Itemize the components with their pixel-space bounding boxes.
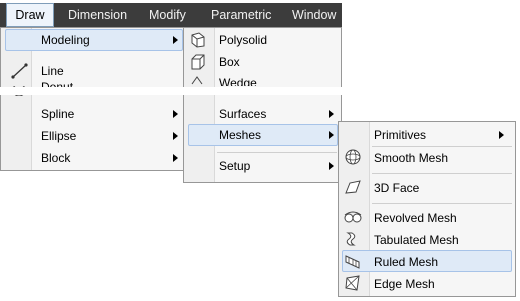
modeling-item-meshes[interactable]: Meshes (219, 124, 329, 146)
screenshot-seam (0, 87, 342, 95)
meshes-item-tabulated-mesh[interactable]: Tabulated Mesh (374, 229, 504, 251)
meshes-item-revolved-mesh[interactable]: Revolved Mesh (374, 207, 504, 229)
meshes-item-revolved-mesh-label: Revolved Mesh (374, 211, 457, 225)
draw-item-modeling[interactable]: Modeling (41, 29, 181, 51)
chevron-right-icon (173, 36, 178, 44)
meshes-item-ruled-mesh-label: Ruled Mesh (374, 255, 439, 269)
meshes-item-primitives-label: Primitives (374, 128, 427, 142)
chevron-right-icon (173, 132, 178, 140)
menu-dimension[interactable]: Dimension (68, 3, 127, 27)
meshes-item-primitives[interactable]: Primitives (374, 124, 504, 146)
modeling-item-meshes-label: Meshes (219, 128, 262, 142)
draw-item-spline[interactable]: Spline (41, 103, 181, 125)
draw-item-ellipse[interactable]: Ellipse (41, 125, 181, 147)
line-icon (11, 63, 28, 79)
modeling-item-box[interactable]: Box (219, 51, 329, 73)
separator (372, 173, 512, 174)
chevron-right-icon (499, 131, 504, 139)
draw-item-ellipse-label: Ellipse (41, 129, 77, 143)
draw-item-line-label: Line (41, 64, 64, 78)
draw-item-block[interactable]: Block (41, 147, 181, 169)
modeling-item-wedge[interactable]: Wedge (219, 74, 329, 86)
menu-bar: Draw Dimension Modify Parametric Window (0, 3, 342, 27)
revolved-mesh-icon (344, 211, 362, 223)
meshes-item-smooth-mesh[interactable]: Smooth Mesh (374, 147, 504, 169)
menu-parametric[interactable]: Parametric (211, 3, 271, 27)
chevron-right-icon (329, 131, 334, 139)
modeling-item-surfaces-label: Surfaces (219, 107, 267, 121)
modeling-item-wedge-label: Wedge (219, 76, 257, 86)
wedge-icon (191, 76, 203, 85)
edge-mesh-icon (345, 275, 360, 291)
meshes-item-tabulated-mesh-label: Tabulated Mesh (374, 233, 459, 247)
polysolid-icon (191, 32, 205, 48)
modeling-item-setup[interactable]: Setup (219, 155, 329, 177)
modeling-item-polysolid-label: Polysolid (219, 33, 268, 47)
menu-window[interactable]: Window (292, 3, 336, 27)
modeling-item-box-label: Box (219, 55, 240, 69)
modeling-item-polysolid[interactable]: Polysolid (219, 29, 329, 51)
3d-face-icon (345, 180, 361, 194)
chevron-right-icon (329, 110, 334, 118)
menu-draw[interactable]: Draw (6, 3, 54, 27)
chevron-right-icon (173, 154, 178, 162)
chevron-right-icon (173, 110, 178, 118)
tabulated-mesh-icon (346, 232, 356, 246)
draw-item-block-label: Block (41, 151, 71, 165)
meshes-menu: Primitives Smooth Mesh 3D Face Revolved … (338, 121, 516, 297)
box-icon (191, 54, 205, 70)
modeling-item-surfaces[interactable]: Surfaces (219, 103, 329, 125)
meshes-item-3d-face[interactable]: 3D Face (374, 177, 504, 199)
smooth-mesh-icon (345, 149, 361, 165)
meshes-item-ruled-mesh[interactable]: Ruled Mesh (374, 251, 504, 273)
draw-menu: Modeling Line Donut Spline Ellipse Block (0, 27, 186, 171)
modeling-menu: Polysolid Box Wedge Surfaces Meshes Setu… (183, 27, 342, 183)
chevron-right-icon (329, 162, 334, 170)
separator (372, 203, 512, 204)
modeling-item-setup-label: Setup (219, 159, 251, 173)
ruled-mesh-icon (345, 255, 360, 269)
meshes-item-smooth-mesh-label: Smooth Mesh (374, 151, 449, 165)
separator (217, 152, 337, 153)
draw-item-spline-label: Spline (41, 107, 75, 121)
meshes-item-edge-mesh[interactable]: Edge Mesh (374, 273, 504, 295)
modeling-menu-gutter (184, 28, 215, 182)
meshes-item-edge-mesh-label: Edge Mesh (374, 277, 435, 291)
meshes-item-3d-face-label: 3D Face (374, 181, 420, 195)
draw-item-line[interactable]: Line (41, 60, 181, 82)
menu-modify[interactable]: Modify (149, 3, 186, 27)
draw-item-modeling-label: Modeling (41, 33, 90, 47)
